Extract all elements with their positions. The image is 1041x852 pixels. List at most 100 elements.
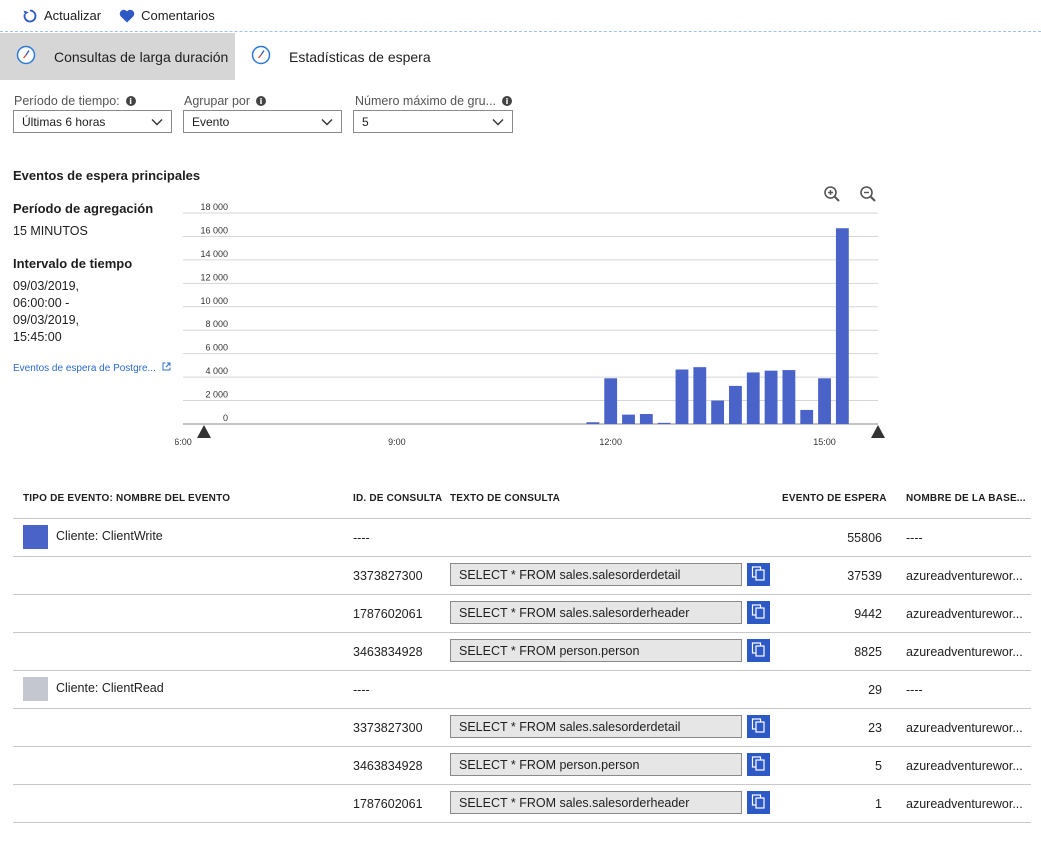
query-text-field[interactable]: SELECT * FROM sales.salesorderdetail [450,563,742,586]
period-label: Período de tiempo: i [14,94,136,108]
table-row[interactable]: 1787602061 SELECT * FROM sales.salesorder… [13,595,1031,633]
y-tick-label: 4 000 [205,366,228,376]
tab-bar: Consultas de larga duración Estadísticas… [0,33,1041,80]
chart-bar[interactable] [746,372,760,424]
legend-swatch [23,677,48,701]
wait-count: 9442 [854,607,882,621]
query-text-field[interactable]: SELECT * FROM sales.salesorderheader [450,791,742,814]
chart-bar[interactable] [604,378,618,424]
external-link-icon [162,362,171,374]
chart-bar[interactable] [639,414,653,424]
period-select[interactable]: Últimas 6 horas [13,110,172,133]
tab-wait-statistics[interactable]: Estadísticas de espera [235,33,472,80]
query-text-field[interactable]: SELECT * FROM sales.salesorderheader [450,601,742,624]
range-end-handle[interactable] [871,425,885,438]
table-row[interactable]: 3373827300 SELECT * FROM sales.salesorder… [13,709,1031,747]
chevron-down-icon [151,115,163,129]
info-icon[interactable]: i [125,96,136,106]
chart-bar[interactable] [657,422,671,424]
table-row[interactable]: Cliente: ClientWrite ---- 55806 ---- [13,519,1031,557]
copy-button[interactable] [747,601,770,624]
heart-icon [119,9,135,23]
chevron-down-icon [492,115,504,129]
copy-button[interactable] [747,715,770,738]
query-id: 3463834928 [353,759,423,773]
copy-icon [751,755,766,774]
query-text-field[interactable]: SELECT * FROM person.person [450,753,742,776]
database-name: ---- [906,683,923,697]
interval-value: 09/03/2019, 06:00:00 - 09/03/2019, 15:45… [13,279,80,344]
chart-bar[interactable] [818,378,831,424]
chart-bar[interactable] [835,228,849,424]
copy-button[interactable] [747,639,770,662]
aggregation-value: 15 MINUTOS [13,224,88,238]
y-tick-label: 2 000 [205,390,228,400]
chart-bar[interactable] [675,369,689,424]
wait-events-table: TIPO DE EVENTO: NOMBRE DEL EVENTO ID. DE… [13,484,1031,823]
copy-button[interactable] [747,753,770,776]
chart-bar[interactable] [711,400,725,424]
chart-bar[interactable] [693,367,707,424]
tab-label: Estadísticas de espera [289,48,431,65]
chart-bar[interactable] [622,414,635,424]
column-header[interactable]: EVENTO DE ESPERA [782,493,887,504]
wait-count: 5 [875,759,882,773]
wait-count: 1 [875,797,882,811]
wait-count: 8825 [854,645,882,659]
aggregation-heading: Período de agregación [13,201,154,216]
section-title: Eventos de espera principales [13,168,201,183]
wait-count: 29 [868,683,882,697]
wait-count: 37539 [847,569,882,583]
copy-button[interactable] [747,563,770,586]
database-name: azureadventurewor... [906,797,1023,811]
feedback-button[interactable]: Comentarios [119,8,215,23]
table-row[interactable]: 3373827300 SELECT * FROM sales.salesorder… [13,557,1031,595]
chart-bar[interactable] [782,370,796,424]
table-row[interactable]: Cliente: ClientRead ---- 29 ---- [13,671,1031,709]
tab-long-running-queries[interactable]: Consultas de larga duración [0,33,235,80]
copy-icon [751,717,766,736]
table-row[interactable]: 3463834928 SELECT * FROM person.person 5 az… [13,747,1031,785]
group-by-label: Agrupar por i [184,94,267,108]
database-name: azureadventurewor... [906,721,1023,735]
database-name: azureadventurewor... [906,569,1023,583]
x-tick-label: 6:00 [175,437,192,447]
column-header[interactable]: ID. DE CONSULTA [353,493,442,504]
postgres-wait-events-link[interactable]: Eventos de espera de Postgre... [13,362,171,374]
y-tick-label: 10 000 [200,296,228,306]
query-text-field[interactable]: SELECT * FROM sales.salesorderdetail [450,715,742,738]
refresh-button[interactable]: Actualizar [22,8,101,24]
query-id: 3373827300 [353,569,423,583]
column-header[interactable]: TIPO DE EVENTO: NOMBRE DEL EVENTO [23,493,230,504]
table-row[interactable]: 3463834928 SELECT * FROM person.person 882… [13,633,1031,671]
range-start-handle[interactable] [197,425,211,438]
x-tick-label: 9:00 [388,437,406,447]
y-tick-label: 18 000 [200,202,228,212]
copy-button[interactable] [747,791,770,814]
query-text-field[interactable]: SELECT * FROM person.person [450,639,742,662]
max-groups-label: Número máximo de gru... i [355,94,513,108]
clock-icon [251,45,271,68]
wait-count: 23 [868,721,882,735]
max-groups-select[interactable]: 5 [353,110,513,133]
chart-bar[interactable] [800,409,814,424]
database-name: azureadventurewor... [906,607,1023,621]
chart-bar[interactable] [586,422,600,424]
chart-bar[interactable] [729,385,742,424]
wait-events-chart: 0 2 000 4 000 6 000 8 000 10 000 12 000 14 000 1… [175,202,885,447]
info-icon[interactable]: i [502,96,513,106]
clock-icon [16,45,36,68]
table-row[interactable]: 1787602061 SELECT * FROM sales.salesorder… [13,785,1031,823]
toolbar: Actualizar Comentarios [0,0,1041,32]
copy-icon [751,641,766,660]
database-name: ---- [906,531,923,545]
info-icon[interactable]: i [256,96,267,106]
group-by-select[interactable]: Evento [183,110,342,133]
y-tick-label: 6 000 [205,343,228,353]
column-header[interactable]: TEXTO DE CONSULTA [450,493,560,504]
column-header[interactable]: NOMBRE DE LA BASE... [906,493,1026,504]
query-id: 1787602061 [353,797,423,811]
query-id: ---- [353,683,370,697]
feedback-label: Comentarios [141,8,215,23]
chart-bar[interactable] [764,370,778,424]
